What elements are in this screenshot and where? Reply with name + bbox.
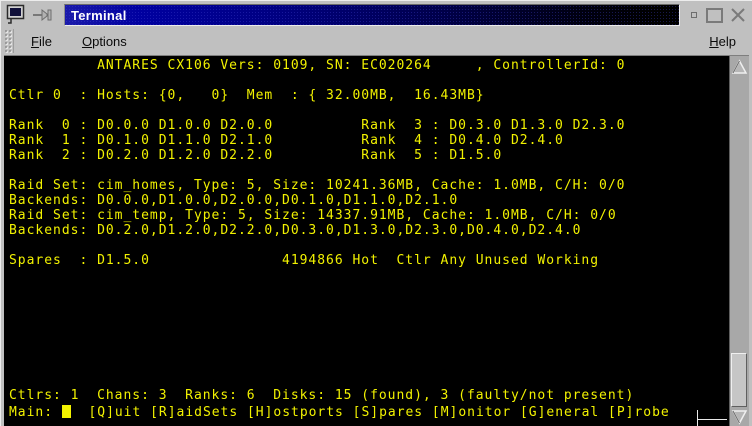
menu-options[interactable]: Options: [79, 33, 130, 50]
scrollbar[interactable]: [729, 56, 749, 426]
titlebar-buttons: [688, 7, 748, 23]
menubar: File Options Help: [4, 27, 749, 56]
terminal-line: [9, 238, 729, 253]
resize-corner-line: [697, 419, 727, 420]
terminal-line: [9, 343, 729, 358]
window-title: Terminal: [71, 9, 127, 22]
menu-file[interactable]: File: [28, 33, 55, 50]
scroll-down-button[interactable]: [730, 407, 749, 426]
terminal-prompt-line: Main: [Q]uit [R]aidSets [H]ostports [S]p…: [9, 403, 729, 418]
terminal-line: Rank 1 : D0.1.0 D1.1.0 D2.1.0 Rank 4 : D…: [9, 133, 729, 148]
menu-help[interactable]: Help: [706, 33, 739, 50]
terminal-line: [9, 103, 729, 118]
terminal-line: [9, 283, 729, 298]
terminal-line: Raid Set: cim_temp, Type: 5, Size: 14337…: [9, 208, 729, 223]
menubar-grip[interactable]: [4, 29, 14, 53]
terminal-line: Rank 2 : D0.2.0 D1.2.0 D2.2.0 Rank 5 : D…: [9, 148, 729, 163]
terminal-line: Spares : D1.5.0 4194866 Hot Ctlr Any Unu…: [9, 253, 729, 268]
terminal-screen[interactable]: ANTARES CX106 Vers: 0109, SN: EC020264 ,…: [4, 56, 729, 426]
terminal-line: [9, 373, 729, 388]
text-cursor: [62, 405, 71, 418]
terminal-line: Rank 0 : D0.0.0 D1.0.0 D2.0.0 Rank 3 : D…: [9, 118, 729, 133]
triangle-down-icon: [731, 409, 748, 425]
terminal-line: [9, 328, 729, 343]
terminal-line: [9, 313, 729, 328]
minimize-button[interactable]: [688, 7, 700, 23]
terminal-line: Backends: D0.0.0,D1.0.0,D2.0.0,D0.1.0,D1…: [9, 193, 729, 208]
terminal-window: Terminal File Options Help: [0, 0, 752, 426]
terminal-line: Ctlrs: 1 Chans: 3 Ranks: 6 Disks: 15 (fo…: [9, 388, 729, 403]
scroll-up-button[interactable]: [730, 57, 749, 76]
terminal-line: [9, 73, 729, 88]
maximize-square-icon: [706, 8, 723, 23]
resize-corner-line: [697, 410, 698, 426]
maximize-button[interactable]: [704, 7, 724, 23]
terminal-line: [9, 268, 729, 283]
terminal-line: ANTARES CX106 Vers: 0109, SN: EC020264 ,…: [9, 58, 729, 73]
triangle-up-icon: [731, 59, 748, 75]
window-content: ANTARES CX106 Vers: 0109, SN: EC020264 ,…: [4, 56, 749, 426]
terminal-line: [9, 163, 729, 178]
scrollbar-thumb[interactable]: [731, 353, 747, 407]
close-x-icon: [730, 8, 746, 22]
scrollbar-trough[interactable]: [730, 76, 749, 407]
terminal-line: Ctlr 0 : Hosts: {0, 0} Mem : { 32.00MB, …: [9, 88, 729, 103]
titlebar[interactable]: Terminal: [6, 4, 748, 26]
sticky-pin-icon[interactable]: [32, 8, 56, 22]
prompt-prefix: Main:: [9, 405, 62, 420]
prompt-menu-options: [Q]uit [R]aidSets [H]ostports [S]pares […: [71, 405, 670, 420]
terminal-app-icon[interactable]: [6, 4, 26, 26]
terminal-line: [9, 358, 729, 373]
terminal-line: [9, 298, 729, 313]
minimize-dot-icon: [691, 12, 697, 18]
terminal-line: Backends: D0.2.0,D1.2.0,D2.2.0,D0.3.0,D1…: [9, 223, 729, 238]
terminal-lines: ANTARES CX106 Vers: 0109, SN: EC020264 ,…: [9, 58, 729, 403]
close-button[interactable]: [728, 7, 748, 23]
window-title-field[interactable]: Terminal: [64, 4, 680, 26]
terminal-line: Raid Set: cim_homes, Type: 5, Size: 1024…: [9, 178, 729, 193]
